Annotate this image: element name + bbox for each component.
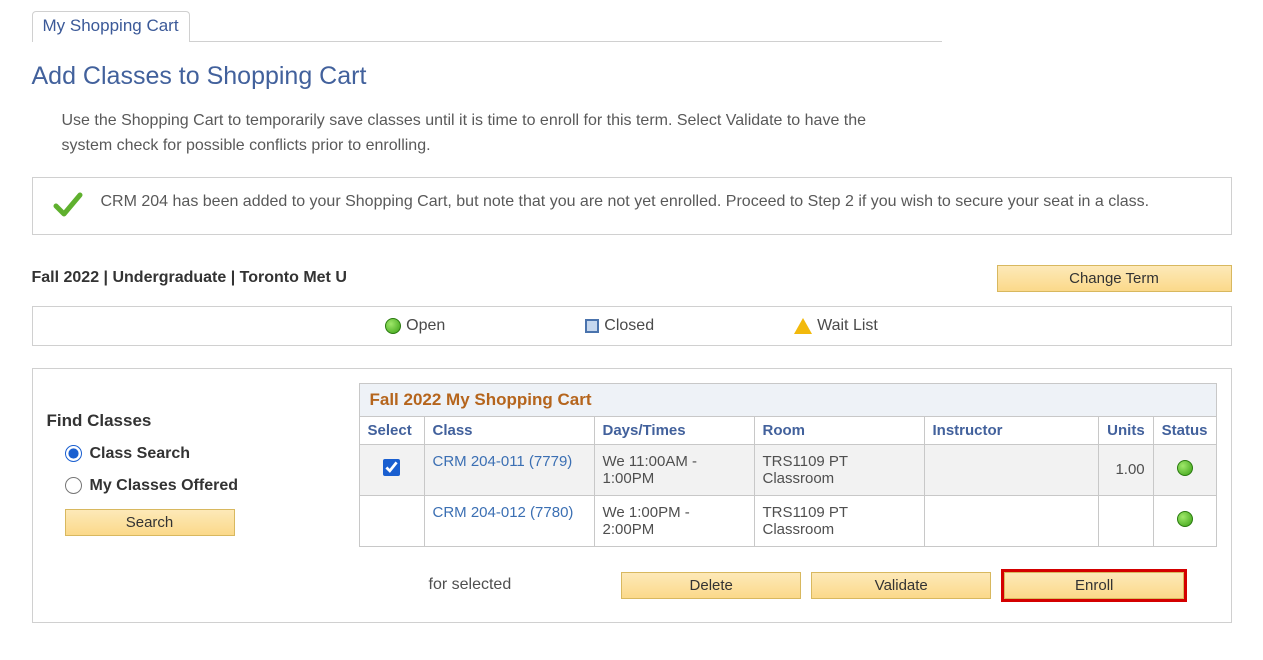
col-class: Class [424,416,594,444]
row-instructor [924,444,1098,495]
class-link[interactable]: CRM 204-011 (7779) [433,453,573,470]
radio-class-search-label[interactable]: Class Search [90,445,191,463]
legend-waitlist: Wait List [794,317,878,335]
checkmark-icon [53,192,83,222]
open-icon [1177,460,1193,476]
enroll-button[interactable]: Enroll [1004,572,1184,599]
open-icon [1177,511,1193,527]
table-row: CRM 204-012 (7780) We 1:00PM - 2:00PM TR… [359,495,1216,546]
row-units: 1.00 [1098,444,1153,495]
closed-icon [585,319,599,333]
legend-waitlist-label: Wait List [817,317,878,335]
change-term-button[interactable]: Change Term [997,265,1232,292]
cart-table-panel: Fall 2022 My Shopping Cart Select Class … [359,383,1217,602]
table-row: CRM 204-011 (7779) We 11:00AM - 1:00PM T… [359,444,1216,495]
row-instructor [924,495,1098,546]
col-status: Status [1153,416,1216,444]
row-status [1153,495,1216,546]
term-label: Fall 2022 | Undergraduate | Toronto Met … [32,269,347,287]
class-link[interactable]: CRM 204-012 (7780) [433,504,574,521]
legend-closed-label: Closed [604,317,654,335]
delete-button[interactable]: Delete [621,572,801,599]
tab-shopping-cart[interactable]: My Shopping Cart [32,11,190,42]
row-days: We 11:00AM - 1:00PM [594,444,754,495]
col-units: Units [1098,416,1153,444]
radio-classes-offered[interactable] [65,477,82,494]
find-classes-panel: Find Classes Class Search My Classes Off… [47,383,337,602]
row-days: We 1:00PM - 2:00PM [594,495,754,546]
row-units [1098,495,1153,546]
col-room: Room [754,416,924,444]
radio-class-search[interactable] [65,445,82,462]
intro-text: Use the Shopping Cart to temporarily sav… [62,109,912,159]
enroll-highlight: Enroll [1001,569,1187,602]
tab-bar: My Shopping Cart [32,10,942,42]
for-selected-label: for selected [429,576,512,594]
success-message-text: CRM 204 has been added to your Shopping … [101,190,1150,214]
row-select-checkbox[interactable] [383,459,400,476]
cart-table: Select Class Days/Times Room Instructor … [359,416,1217,547]
legend-closed: Closed [585,317,654,335]
search-button[interactable]: Search [65,509,235,536]
radio-classes-offered-label[interactable]: My Classes Offered [90,477,239,495]
action-row: for selected Delete Validate Enroll [359,569,1217,602]
row-status [1153,444,1216,495]
open-icon [385,318,401,334]
row-room: TRS1109 PT Classroom [754,495,924,546]
waitlist-icon [794,318,812,334]
success-message-box: CRM 204 has been added to your Shopping … [32,177,1232,235]
term-row: Fall 2022 | Undergraduate | Toronto Met … [32,265,1232,292]
validate-button[interactable]: Validate [811,572,991,599]
col-instructor: Instructor [924,416,1098,444]
page-title: Add Classes to Shopping Cart [32,62,1232,91]
status-legend: Open Closed Wait List [32,306,1232,346]
find-classes-title: Find Classes [47,411,337,431]
legend-open-label: Open [406,317,445,335]
col-select: Select [359,416,424,444]
cart-caption: Fall 2022 My Shopping Cart [359,383,1217,416]
row-room: TRS1109 PT Classroom [754,444,924,495]
legend-open: Open [385,317,445,335]
col-days: Days/Times [594,416,754,444]
main-panel: Find Classes Class Search My Classes Off… [32,368,1232,623]
